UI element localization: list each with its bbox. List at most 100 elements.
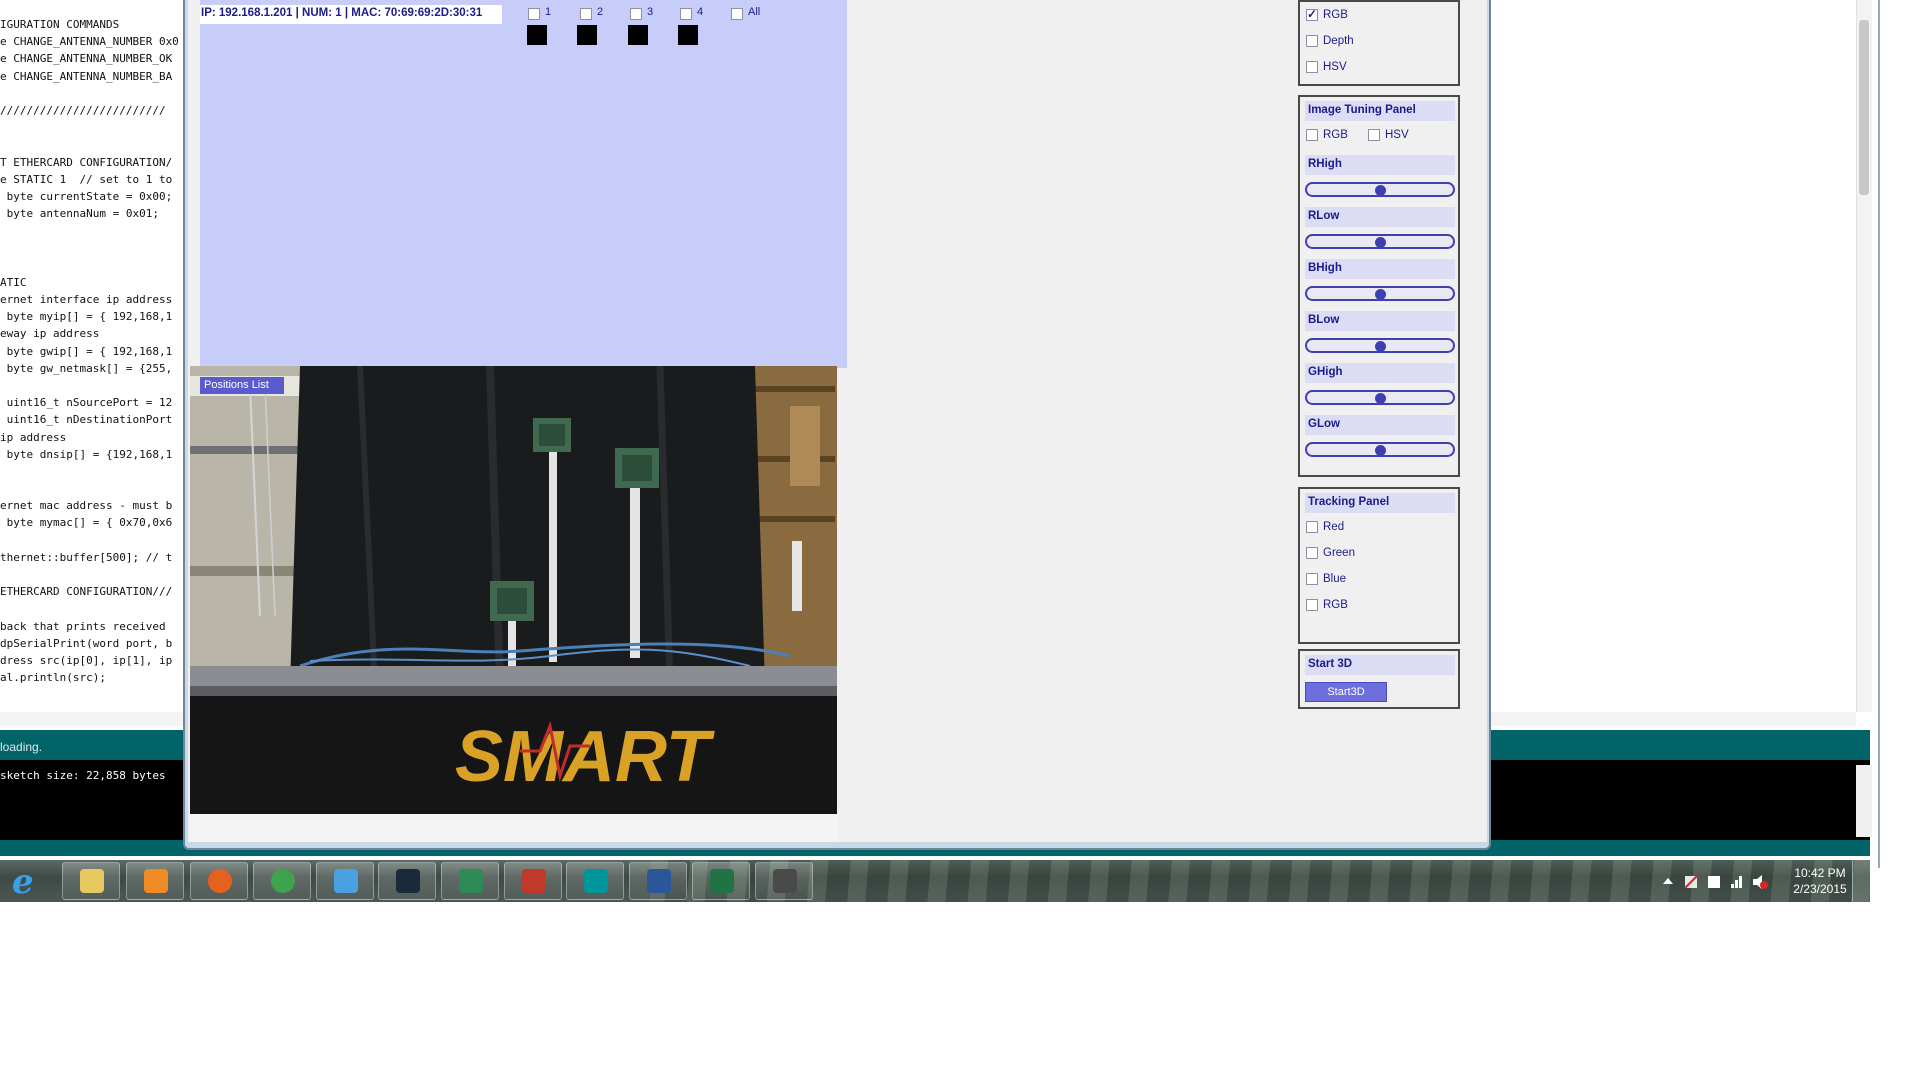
- excel-icon: [710, 869, 734, 893]
- slider-blow[interactable]: [1305, 338, 1455, 353]
- tracking-red-label: Red: [1323, 521, 1345, 533]
- tracking-green-option[interactable]: Green: [1306, 547, 1355, 563]
- slider-label-ghigh: GHigh: [1305, 363, 1455, 383]
- antenna-4-label: 4: [697, 6, 704, 18]
- tuning-hsv-option[interactable]: HSV: [1368, 129, 1409, 145]
- tracking-title: Tracking Panel: [1305, 493, 1455, 513]
- antenna-1-indicator: [527, 25, 547, 45]
- slider-knob[interactable]: [1375, 393, 1386, 404]
- antenna-3-checkbox[interactable]: [630, 8, 642, 20]
- arduino-icon: [584, 869, 608, 893]
- antenna-info-panel: [200, 0, 847, 368]
- start-3d-panel: Start 3D Start3D: [1298, 649, 1460, 709]
- slider-knob[interactable]: [1375, 237, 1386, 248]
- tracking-blue-option[interactable]: Blue: [1306, 573, 1346, 589]
- device-info-text: IP: 192.168.1.201 | NUM: 1 | MAC: 70:69:…: [200, 5, 502, 24]
- slider-label-rhigh: RHigh: [1305, 155, 1455, 175]
- ide-status-text: loading.: [0, 740, 43, 754]
- tray-icons[interactable]: [1655, 866, 1775, 898]
- view-mode-panel: RGB Depth HSV: [1298, 0, 1460, 86]
- smart-banner-text: SMART: [455, 717, 716, 797]
- start-3d-title: Start 3D: [1305, 655, 1455, 675]
- slider-knob[interactable]: [1375, 289, 1386, 300]
- slider-label-blow: BLow: [1305, 311, 1455, 331]
- taskbar-media-player-button[interactable]: [126, 862, 184, 900]
- word-icon: [647, 869, 671, 893]
- antenna-4-checkbox[interactable]: [680, 8, 692, 20]
- tracking-red-checkbox[interactable]: [1306, 521, 1318, 533]
- tuning-hsv-checkbox[interactable]: [1368, 129, 1380, 141]
- finder-icon: [334, 869, 358, 893]
- clock-date[interactable]: 2/23/2015: [1780, 882, 1860, 897]
- slider-glow[interactable]: [1305, 442, 1455, 457]
- view-rgb-label: RGB: [1323, 9, 1348, 21]
- taskbar-pandora-button[interactable]: [378, 862, 436, 900]
- view-hsv-checkbox[interactable]: [1306, 61, 1318, 73]
- tuning-rgb-option[interactable]: RGB: [1306, 129, 1348, 145]
- slider-label-bhigh: BHigh: [1305, 259, 1455, 279]
- tracking-rgb-option[interactable]: RGB: [1306, 599, 1348, 615]
- camera-feed: SMART: [190, 366, 837, 842]
- clock-time[interactable]: 10:42 PM: [1780, 866, 1860, 881]
- taskbar-processing-button[interactable]: [755, 862, 813, 900]
- antenna-1-checkbox[interactable]: [528, 8, 540, 20]
- processing-icon: [773, 869, 797, 893]
- slider-knob[interactable]: [1375, 185, 1386, 196]
- view-rgb-checkbox[interactable]: [1306, 7, 1318, 21]
- tuning-rgb-label: RGB: [1323, 129, 1348, 141]
- slider-label-rlow: RLow: [1305, 207, 1455, 227]
- app-green-icon: [459, 869, 483, 893]
- antenna-3-label: 3: [647, 6, 654, 18]
- tracking-rgb-label: RGB: [1323, 599, 1348, 611]
- antenna-all-checkbox[interactable]: [731, 8, 743, 20]
- view-depth-label: Depth: [1323, 35, 1354, 47]
- taskbar-finder-button[interactable]: [316, 862, 374, 900]
- view-depth-option[interactable]: Depth: [1306, 35, 1354, 51]
- tracking-blue-checkbox[interactable]: [1306, 573, 1318, 585]
- tuning-hsv-label: HSV: [1385, 129, 1409, 141]
- view-hsv-label: HSV: [1323, 61, 1347, 73]
- antenna-all-label: All: [748, 6, 761, 18]
- taskbar-app-green-button[interactable]: [441, 862, 499, 900]
- pandora-icon: [396, 869, 420, 893]
- tuning-rgb-checkbox[interactable]: [1306, 129, 1318, 141]
- tracking-red-option[interactable]: Red: [1306, 521, 1344, 537]
- image-tuning-title: Image Tuning Panel: [1305, 101, 1455, 121]
- tracking-rgb-checkbox[interactable]: [1306, 599, 1318, 611]
- taskbar-word-button[interactable]: [629, 862, 687, 900]
- file-explorer-icon: [80, 869, 104, 893]
- slider-bhigh[interactable]: [1305, 286, 1455, 301]
- taskbar-excel-button[interactable]: [692, 862, 750, 900]
- chrome-icon: [271, 869, 295, 893]
- slider-knob[interactable]: [1375, 445, 1386, 456]
- internet-explorer-icon[interactable]: e: [2, 861, 52, 902]
- view-hsv-option[interactable]: HSV: [1306, 61, 1347, 77]
- slider-knob[interactable]: [1375, 341, 1386, 352]
- taskbar-firefox-button[interactable]: [190, 862, 248, 900]
- taskbar-app-red-button[interactable]: [504, 862, 562, 900]
- view-depth-checkbox[interactable]: [1306, 35, 1318, 47]
- network-icon: [1731, 884, 1734, 888]
- editor-scroll-thumb[interactable]: [1859, 20, 1869, 195]
- tracking-panel: Tracking Panel Red Green Blue RGB: [1298, 487, 1460, 644]
- antenna-2-checkbox[interactable]: [580, 8, 592, 20]
- taskbar-file-explorer-button[interactable]: [62, 862, 120, 900]
- antenna-4-indicator: [678, 25, 698, 45]
- positions-list-label[interactable]: Positions List: [200, 377, 284, 394]
- tracking-green-checkbox[interactable]: [1306, 547, 1318, 559]
- taskbar-arduino-button[interactable]: [566, 862, 624, 900]
- image-tuning-panel: Image Tuning Panel RGB HSV RHigh RLow BHig…: [1298, 95, 1460, 477]
- console-scrollbar[interactable]: [1856, 765, 1872, 837]
- antenna-2-label: 2: [597, 6, 604, 18]
- media-player-icon: [144, 869, 168, 893]
- slider-ghigh[interactable]: [1305, 390, 1455, 405]
- camera-scene: SMART: [190, 366, 837, 842]
- slider-rlow[interactable]: [1305, 234, 1455, 249]
- slider-rhigh[interactable]: [1305, 182, 1455, 197]
- start-3d-button[interactable]: Start3D: [1305, 682, 1387, 702]
- taskbar-chrome-button[interactable]: [253, 862, 311, 900]
- tracking-green-label: Green: [1323, 547, 1355, 559]
- firefox-icon: [208, 869, 232, 893]
- view-rgb-option[interactable]: RGB: [1306, 7, 1348, 25]
- show-desktop-button[interactable]: [1852, 860, 1870, 902]
